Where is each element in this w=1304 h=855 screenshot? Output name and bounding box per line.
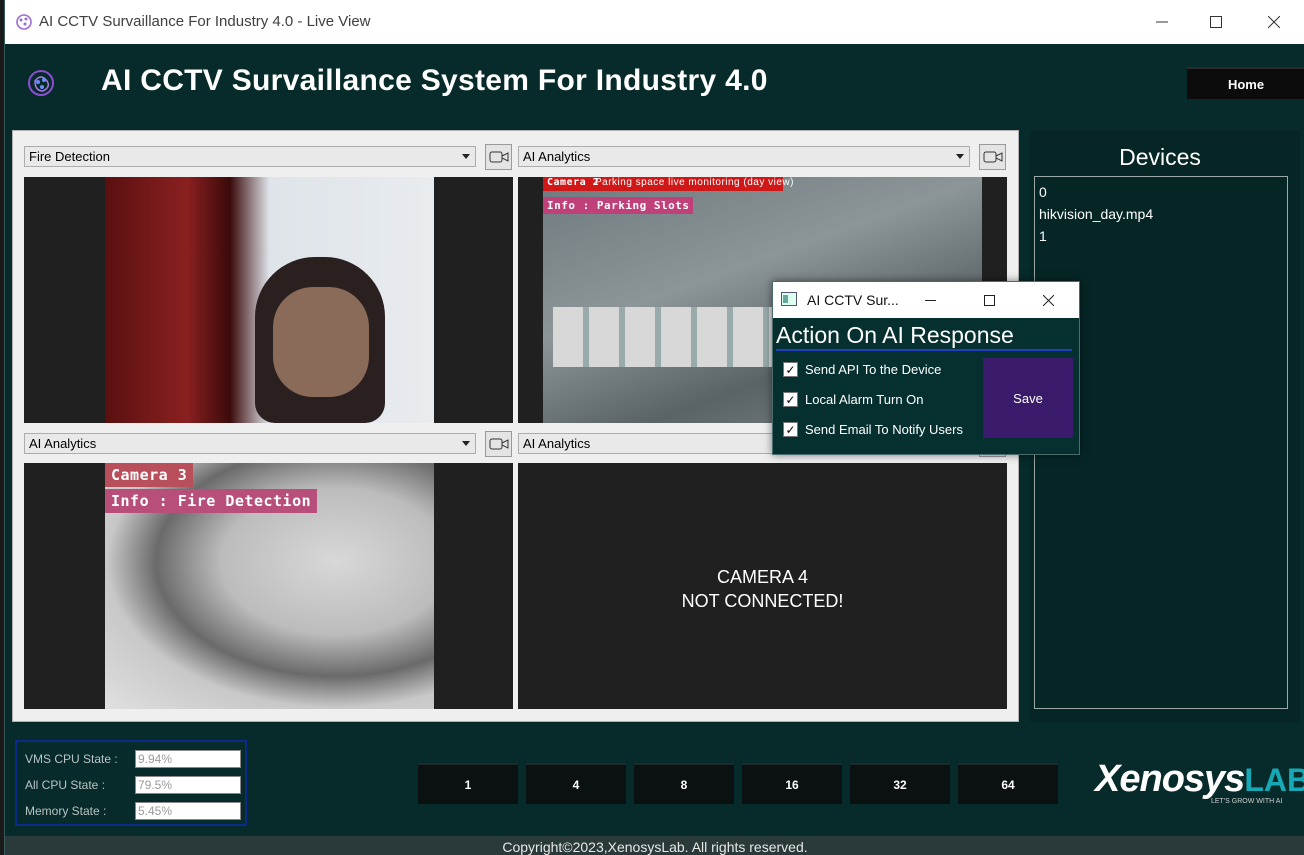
window-app-icon: [781, 292, 797, 306]
layout-4-button[interactable]: 4: [526, 763, 626, 804]
camera-2-mode-dropdown[interactable]: AI Analytics: [518, 146, 970, 167]
camera-3-overlay-info: Info : Fire Detection: [105, 489, 318, 513]
send-email-checkbox[interactable]: ✓: [783, 422, 798, 437]
send-email-label: Send Email To Notify Users: [805, 422, 963, 437]
chevron-down-icon: [462, 154, 470, 159]
layout-16-button[interactable]: 16: [742, 763, 842, 804]
camera-1-toggle-button[interactable]: [485, 144, 512, 170]
close-icon: [1268, 16, 1280, 28]
maximize-icon: [983, 294, 995, 306]
vms-cpu-value: 9.94%: [135, 750, 241, 768]
system-stats-panel: VMS CPU State : 9.94% All CPU State : 79…: [15, 740, 247, 826]
video-camera-icon: [983, 151, 1002, 163]
dialog-titlebar[interactable]: AI CCTV Sur...: [773, 282, 1079, 318]
devices-title: Devices: [1119, 144, 1201, 170]
camera-4-status-line1: CAMERA 4: [716, 567, 809, 587]
home-button[interactable]: Home: [1187, 67, 1304, 99]
main-window: AI CCTV Survaillance For Industry 4.0 - …: [4, 0, 1304, 855]
save-button[interactable]: Save: [983, 358, 1073, 438]
dialog-minimize-button[interactable]: [911, 282, 949, 318]
chevron-down-icon: [462, 441, 470, 446]
dialog-maximize-button[interactable]: [970, 282, 1008, 318]
action-dialog: AI CCTV Sur... Action On AI Response ✓ S…: [772, 281, 1080, 455]
camera-3-overlay-label: Camera 3: [105, 463, 194, 487]
camera-4-status: CAMERA 4 NOT CONNECTED!: [518, 565, 1007, 613]
device-item[interactable]: hikvision_day.mp4: [1039, 203, 1283, 225]
dialog-title: AI CCTV Sur...: [807, 292, 899, 308]
brain-app-icon: [16, 14, 32, 30]
device-item[interactable]: 0: [1039, 181, 1283, 203]
camera-1-mode-dropdown[interactable]: Fire Detection: [24, 146, 476, 167]
video-camera-icon: [489, 438, 508, 450]
maximize-icon: [1210, 16, 1222, 28]
camera-4-mode-value: AI Analytics: [523, 436, 591, 451]
xenosyslab-logo: XenosysLAB LET'S GROW WITH AI: [1095, 758, 1304, 805]
heading-underline: [776, 349, 1072, 351]
layout-8-button[interactable]: 8: [634, 763, 734, 804]
camera-4-feed[interactable]: CAMERA 4 NOT CONNECTED!: [518, 463, 1007, 709]
camera-1-feed[interactable]: [24, 177, 513, 423]
camera-3-feed[interactable]: Camera 3 Info : Fire Detection: [24, 463, 513, 709]
brand-tagline: LET'S GROW WITH AI: [1211, 798, 1283, 805]
checkmark-icon: ✓: [785, 422, 796, 437]
local-alarm-label: Local Alarm Turn On: [805, 392, 924, 407]
checkmark-icon: ✓: [785, 362, 796, 377]
camera-2-mode-value: AI Analytics: [523, 149, 591, 164]
device-item[interactable]: 1: [1039, 225, 1283, 247]
brain-logo-icon: [28, 70, 54, 96]
minimize-icon: [924, 299, 936, 301]
dialog-heading: Action On AI Response: [776, 322, 1014, 348]
copyright-footer: Copyright©2023,XenosysLab. All rights re…: [5, 836, 1304, 855]
close-icon: [1042, 294, 1054, 306]
minimize-button[interactable]: [1139, 0, 1185, 44]
send-api-label: Send API To the Device: [805, 362, 942, 377]
camera-2-overlay-info: Info : Parking Slots: [543, 197, 694, 214]
camera-1-mode-value: Fire Detection: [29, 149, 110, 164]
camera-3-mode-value: AI Analytics: [29, 436, 97, 451]
video-camera-icon: [489, 151, 508, 163]
camera-3-mode-dropdown[interactable]: AI Analytics: [24, 433, 476, 454]
dialog-close-button[interactable]: [1029, 282, 1067, 318]
local-alarm-checkbox[interactable]: ✓: [783, 392, 798, 407]
memory-value: 5.45%: [135, 802, 241, 820]
camera-2-toggle-button[interactable]: [979, 144, 1006, 170]
layout-64-button[interactable]: 64: [958, 763, 1058, 804]
close-button[interactable]: [1251, 0, 1297, 44]
checkmark-icon: ✓: [785, 392, 796, 407]
all-cpu-label: All CPU State :: [25, 778, 106, 792]
camera-1-image: [105, 177, 434, 423]
memory-label: Memory State :: [25, 804, 107, 818]
vms-cpu-label: VMS CPU State :: [25, 752, 118, 766]
layout-1-button[interactable]: 1: [418, 763, 518, 804]
layout-32-button[interactable]: 32: [850, 763, 950, 804]
window-titlebar[interactable]: AI CCTV Survaillance For Industry 4.0 - …: [5, 0, 1304, 44]
camera-3-image: Camera 3 Info : Fire Detection: [105, 463, 434, 709]
send-api-checkbox[interactable]: ✓: [783, 362, 798, 377]
all-cpu-value: 79.5%: [135, 776, 241, 794]
brand-name-part1: Xenosys: [1095, 758, 1245, 800]
minimize-icon: [1156, 21, 1168, 23]
brand-name-part2: LAB: [1244, 762, 1304, 798]
camera-4-status-line2: NOT CONNECTED!: [681, 591, 844, 611]
window-title: AI CCTV Survaillance For Industry 4.0 - …: [39, 13, 371, 30]
maximize-button[interactable]: [1193, 0, 1239, 44]
chevron-down-icon: [956, 154, 964, 159]
camera-2-overlay-title: Parking space live monitoring (day view): [595, 177, 794, 188]
camera-3-toggle-button[interactable]: [485, 431, 512, 457]
app-header-title: AI CCTV Survaillance System For Industry…: [101, 64, 768, 97]
